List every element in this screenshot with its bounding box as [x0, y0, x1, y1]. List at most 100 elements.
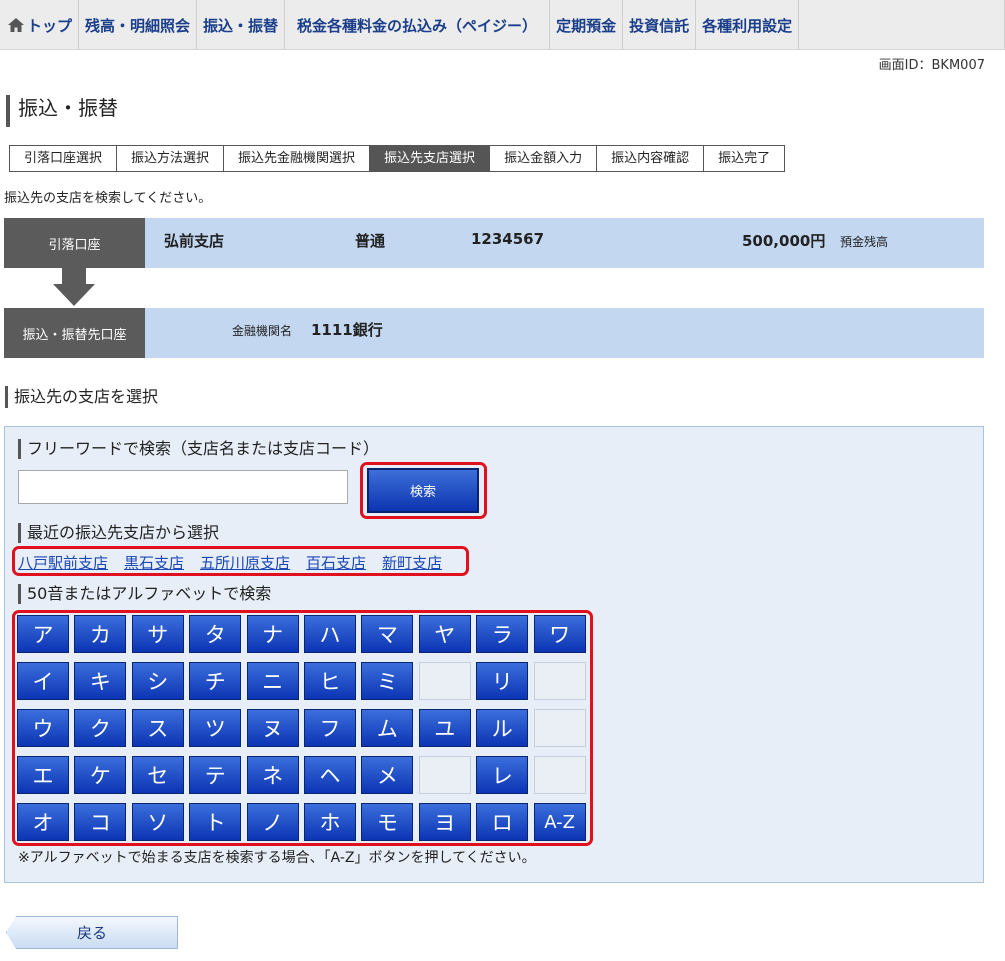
kana-button[interactable]: ナ: [246, 615, 299, 653]
debit-balance: 500,000円: [742, 232, 826, 250]
nav-balance[interactable]: 残高・明細照会: [79, 0, 198, 50]
kana-button[interactable]: ヒ: [304, 662, 356, 700]
recent-branch-link[interactable]: 黒石支店: [124, 552, 184, 573]
kana-button[interactable]: ユ: [418, 709, 471, 747]
kana-button[interactable]: ル: [476, 709, 529, 747]
kana-button[interactable]: マ: [361, 615, 414, 653]
kana-button[interactable]: ミ: [361, 662, 414, 700]
nav-top[interactable]: トップ: [0, 0, 80, 50]
search-button[interactable]: 検索: [367, 468, 479, 513]
alphabet-note: ※アルファベットで始まる支店を検索する場合、「A-Z」ボタンを押してください。: [18, 850, 536, 866]
recent-branch-link[interactable]: 五所川原支店: [200, 552, 290, 573]
kana-button[interactable]: ネ: [246, 756, 299, 794]
free-search-input[interactable]: [18, 470, 348, 504]
kana-empty-cell: [533, 756, 586, 794]
debit-branch: 弘前支店: [164, 232, 225, 250]
debit-account-label: 引落口座: [4, 218, 145, 268]
free-search-title: フリーワードで検索（支店名または支店コード）: [18, 439, 379, 459]
kana-button[interactable]: セ: [131, 756, 184, 794]
page-title: 振込・振替: [6, 95, 118, 127]
kana-button[interactable]: エ: [17, 756, 69, 794]
global-nav: トップ 残高・明細照会 振込・振替 税金各種料金の払込み（ペイジー） 定期預金 …: [0, 0, 1005, 50]
nav-investment[interactable]: 投資信託: [623, 0, 697, 50]
kana-button[interactable]: フ: [304, 709, 356, 747]
bank-name-label: 金融機関名: [232, 324, 293, 338]
recent-branch-link[interactable]: 百石支店: [306, 552, 366, 573]
kana-button[interactable]: ヨ: [418, 803, 471, 841]
kana-button[interactable]: カ: [74, 615, 127, 653]
kana-button[interactable]: ム: [361, 709, 414, 747]
back-button[interactable]: 戻る: [6, 916, 178, 949]
kana-button[interactable]: ク: [74, 709, 127, 747]
kana-empty-cell: [418, 662, 471, 700]
nav-spacer: [799, 0, 1005, 49]
kana-button[interactable]: シ: [131, 662, 184, 700]
target-account-row: 振込・振替先口座 金融機関名 1111銀行: [4, 308, 984, 358]
step-2: 振込方法選択: [117, 145, 225, 172]
step-7: 振込完了: [704, 145, 786, 172]
kana-empty-cell: [418, 756, 471, 794]
step-5: 振込金額入力: [490, 145, 598, 172]
kana-button[interactable]: ノ: [246, 803, 299, 841]
debit-account-row: 引落口座 弘前支店 普通 1234567 500,000円 預金残高: [4, 218, 984, 268]
debit-account-number: 1234567: [471, 230, 545, 248]
debit-balance-label: 預金残高: [840, 235, 889, 249]
kana-button[interactable]: ワ: [533, 615, 586, 653]
kana-button[interactable]: ラ: [476, 615, 529, 653]
recent-branch-link[interactable]: 新町支店: [382, 552, 442, 573]
nav-payeasy[interactable]: 税金各種料金の払込み（ペイジー）: [285, 0, 551, 50]
kana-button[interactable]: ス: [131, 709, 184, 747]
down-arrow-icon: [62, 268, 86, 284]
kana-button[interactable]: ア: [17, 615, 69, 653]
recent-branch-link[interactable]: 八戸駅前支店: [18, 552, 108, 573]
kana-button[interactable]: キ: [74, 662, 127, 700]
nav-time-deposit[interactable]: 定期預金: [550, 0, 624, 50]
kana-button[interactable]: ホ: [304, 803, 356, 841]
home-icon: [8, 18, 24, 32]
kana-button[interactable]: メ: [361, 756, 414, 794]
kana-button[interactable]: モ: [361, 803, 414, 841]
target-account-label: 振込・振替先口座: [4, 308, 145, 358]
nav-transfer[interactable]: 振込・振替: [197, 0, 286, 50]
kana-button[interactable]: ソ: [131, 803, 184, 841]
kana-button[interactable]: ト: [189, 803, 242, 841]
progress-steps: 引落口座選択 振込方法選択 振込先金融機関選択 振込先支店選択 振込金額入力 振…: [9, 145, 786, 172]
kana-button[interactable]: ニ: [246, 662, 299, 700]
kana-button[interactable]: テ: [189, 756, 242, 794]
kana-button[interactable]: レ: [476, 756, 529, 794]
nav-top-label: トップ: [27, 16, 73, 35]
recent-branches: 八戸駅前支店 黒石支店 五所川原支店 百石支店 新町支店: [18, 552, 442, 573]
kana-button[interactable]: オ: [17, 803, 69, 841]
step-1: 引落口座選択: [9, 145, 118, 172]
kana-button[interactable]: ロ: [476, 803, 529, 841]
kana-button[interactable]: ヘ: [304, 756, 356, 794]
screen-id: 画面ID：BKM007: [878, 58, 985, 73]
down-arrow-head: [53, 284, 95, 306]
bank-name-value: 1111銀行: [311, 321, 383, 339]
debit-account-type: 普通: [355, 232, 386, 250]
kana-button[interactable]: イ: [17, 662, 69, 700]
nav-settings[interactable]: 各種利用設定: [696, 0, 800, 50]
kana-empty-cell: [533, 709, 586, 747]
recent-title: 最近の振込先支店から選択: [18, 523, 219, 543]
kana-button[interactable]: ヤ: [418, 615, 471, 653]
kana-button[interactable]: リ: [476, 662, 529, 700]
kana-button[interactable]: ケ: [74, 756, 127, 794]
kana-button[interactable]: ハ: [304, 615, 356, 653]
section-title: 振込先の支店を選択: [5, 386, 158, 408]
step-3: 振込先金融機関選択: [224, 145, 371, 172]
kana-button[interactable]: チ: [189, 662, 242, 700]
instruction-text: 振込先の支店を検索してください。: [4, 191, 212, 206]
step-6: 振込内容確認: [597, 145, 705, 172]
kana-button[interactable]: ツ: [189, 709, 242, 747]
step-4-current: 振込先支店選択: [370, 145, 491, 172]
kana-button[interactable]: コ: [74, 803, 127, 841]
branch-search-panel: フリーワードで検索（支店名または支店コード） 検索 最近の振込先支店から選択 八…: [4, 426, 984, 883]
kana-button[interactable]: サ: [131, 615, 184, 653]
kana-button[interactable]: ウ: [17, 709, 69, 747]
kana-button[interactable]: タ: [189, 615, 242, 653]
kana-empty-cell: [533, 662, 586, 700]
kana-button[interactable]: ヌ: [246, 709, 299, 747]
alphabet-button[interactable]: A-Z: [533, 803, 586, 841]
kana-title: 50音またはアルファベットで検索: [18, 584, 271, 604]
